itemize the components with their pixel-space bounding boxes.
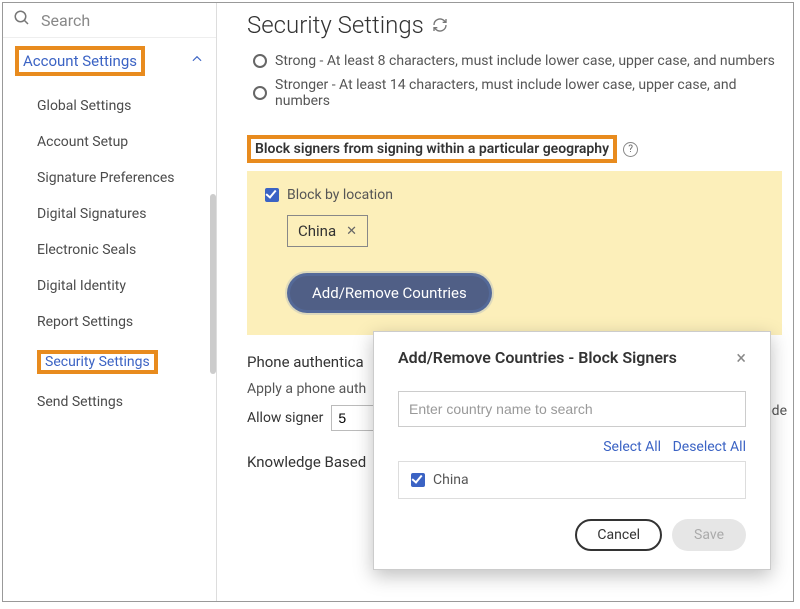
page-title: Security Settings (247, 11, 793, 39)
allow-signer-label: Allow signer (247, 410, 323, 426)
sidebar: Search Account Settings Global Settings … (3, 3, 217, 601)
sidebar-item-digital-signatures[interactable]: Digital Signatures (3, 196, 216, 232)
radio-strong[interactable]: Strong - At least 8 characters, must inc… (247, 49, 793, 73)
country-search-input[interactable] (398, 391, 746, 427)
geo-heading: Block signers from signing within a part… (255, 141, 609, 157)
country-list: China (398, 461, 746, 499)
refresh-icon[interactable] (432, 11, 448, 39)
nav-list: Global Settings Account Setup Signature … (3, 84, 216, 424)
checkbox-checked-icon (411, 473, 425, 487)
radio-strong-label: Strong - At least 8 characters, must inc… (275, 53, 775, 69)
radio-stronger[interactable]: Stronger - At least 14 characters, must … (247, 73, 793, 113)
sidebar-item-electronic-seals[interactable]: Electronic Seals (3, 232, 216, 268)
country-chip-label: China (298, 222, 336, 240)
sidebar-item-digital-identity[interactable]: Digital Identity (3, 268, 216, 304)
block-by-location-row[interactable]: Block by location (265, 187, 764, 203)
page-title-text: Security Settings (247, 11, 424, 39)
allow-signer-input[interactable] (331, 405, 377, 431)
sidebar-scrollbar[interactable] (210, 194, 216, 374)
sidebar-item-signature-preferences[interactable]: Signature Preferences (3, 160, 216, 196)
sidebar-title: Account Settings (23, 52, 137, 70)
sidebar-item-send-settings[interactable]: Send Settings (3, 384, 216, 420)
search-bar[interactable]: Search (3, 3, 216, 38)
cancel-button[interactable]: Cancel (575, 519, 662, 551)
country-chip-china: China ✕ (287, 215, 368, 247)
geo-section-header: Block signers from signing within a part… (247, 135, 793, 163)
radio-icon (253, 54, 267, 68)
chevron-up-icon (190, 52, 204, 70)
search-icon (13, 9, 31, 31)
radio-icon (253, 86, 267, 100)
sidebar-item-global-settings[interactable]: Global Settings (3, 88, 216, 124)
add-remove-countries-modal: Add/Remove Countries - Block Signers × S… (373, 331, 771, 570)
sidebar-section-header[interactable]: Account Settings (3, 38, 216, 84)
radio-stronger-label: Stronger - At least 14 characters, must … (275, 77, 787, 109)
sidebar-item-report-settings[interactable]: Report Settings (3, 304, 216, 340)
country-item-label: China (433, 472, 469, 488)
add-remove-countries-button[interactable]: Add/Remove Countries (287, 273, 492, 313)
sidebar-item-security-settings[interactable]: Security Settings (3, 340, 216, 384)
remove-chip-icon[interactable]: ✕ (346, 224, 357, 239)
help-icon[interactable]: ? (623, 142, 638, 157)
country-item-china[interactable]: China (411, 472, 733, 488)
search-placeholder: Search (41, 11, 90, 30)
save-button: Save (672, 519, 746, 551)
deselect-all-link[interactable]: Deselect All (673, 439, 746, 455)
geo-panel: Block by location China ✕ Add/Remove Cou… (247, 171, 782, 335)
checkbox-checked-icon (265, 188, 279, 202)
modal-title: Add/Remove Countries - Block Signers (398, 348, 677, 367)
close-icon[interactable]: × (736, 348, 746, 369)
select-all-link[interactable]: Select All (603, 439, 661, 455)
sidebar-item-account-setup[interactable]: Account Setup (3, 124, 216, 160)
block-by-location-label: Block by location (287, 187, 393, 203)
